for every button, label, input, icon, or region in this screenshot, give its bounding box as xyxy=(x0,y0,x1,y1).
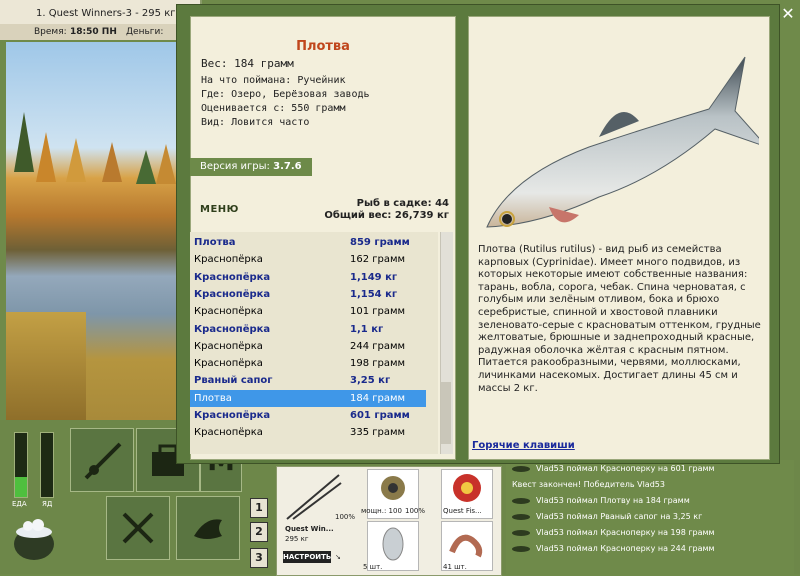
catch-name: Краснопёрка xyxy=(194,288,271,300)
fish-location: Где: Озеро, Берёзовая заводь xyxy=(201,89,370,100)
catch-list-row[interactable]: Плотва 184 грамм xyxy=(190,389,426,407)
catch-weight: 1,154 кг xyxy=(350,288,398,300)
poison-gauge xyxy=(40,432,54,498)
catch-weight: 101 грамм xyxy=(350,306,406,318)
reel-percent: 100% xyxy=(405,507,426,515)
catch-list-row[interactable]: Краснопёрка 244 грамм xyxy=(190,338,426,355)
catch-name: Краснопёрка xyxy=(194,358,263,370)
log-line: Vlad53 поймал Рваный сапог на 3,25 кг xyxy=(512,512,702,521)
catch-weight: 162 грамм xyxy=(350,254,406,266)
line-name: Quest Fis... xyxy=(443,507,482,515)
time-label: Время: xyxy=(34,27,67,37)
setup-button[interactable]: НАСТРОИТЬ xyxy=(283,551,331,563)
rod-weight: 295 кг xyxy=(285,535,309,543)
catch-weight: 198 грамм xyxy=(350,358,406,370)
time-value: 18:50 ПН xyxy=(70,27,117,37)
rod-percent-top: 100% xyxy=(335,513,356,521)
lake-scene[interactable] xyxy=(6,42,184,420)
catch-name: Краснопёрка xyxy=(194,271,271,283)
slot-button-2[interactable]: 2 xyxy=(250,522,268,542)
catch-list-row[interactable]: Краснопёрка 101 грамм xyxy=(190,303,426,320)
game-title: 1. Quest Winners-3 - 295 кг xyxy=(36,8,176,19)
catch-name: Краснопёрка xyxy=(194,306,263,318)
catch-name: Рваный сапог xyxy=(194,375,273,387)
money-label: Деньги: xyxy=(126,27,164,37)
food-gauge xyxy=(14,432,28,498)
catch-weight: 335 грамм xyxy=(350,427,406,439)
catch-list-row[interactable]: Краснопёрка 162 грамм xyxy=(190,251,426,268)
fish-catch-icon[interactable] xyxy=(176,496,240,560)
stats-bar: Время: 18:50 ПН Деньги: xyxy=(0,24,200,40)
lure-count: 5 шт. xyxy=(363,563,383,571)
total-weight: Общий вес: 26,739 кг xyxy=(324,210,449,221)
fork-knife-icon[interactable] xyxy=(106,496,170,560)
fish-bait: На что поймана: Ручейник xyxy=(201,75,346,86)
fish-value: Оценивается с: 550 грамм xyxy=(201,103,346,114)
log-line: Квест закончен! Победитель Vlad53 xyxy=(512,480,665,489)
catch-list-row[interactable]: Краснопёрка 1,1 кг xyxy=(190,321,426,338)
slot-button-3[interactable]: 3 xyxy=(250,548,268,568)
fish-frequency: Вид: Ловится часто xyxy=(201,117,310,128)
keepnet-count: Рыб в садке: 44 xyxy=(356,198,449,209)
event-log: Vlad53 поймал Красноперку на 601 грамм К… xyxy=(506,460,794,574)
fish-title: Плотва xyxy=(296,39,350,54)
catch-weight: 3,25 кг xyxy=(350,375,391,387)
catch-name: Плотва xyxy=(194,237,236,248)
cauldron-icon[interactable] xyxy=(8,512,60,564)
rod-icon[interactable] xyxy=(70,428,134,492)
scrollbar-thumb[interactable] xyxy=(441,382,451,444)
game-top-bar: 1. Quest Winners-3 - 295 кг Время: 18:50… xyxy=(0,0,202,40)
version-value: 3.7.6 xyxy=(273,161,302,172)
arrow-icon: ↘ xyxy=(335,553,341,561)
catch-list-row[interactable]: Рваный сапог 3,25 кг xyxy=(190,372,426,389)
catch-name: Плотва xyxy=(194,392,232,404)
catch-list[interactable]: Плотва 859 грамм Краснопёрка 162 грамм Красн… xyxy=(190,232,438,454)
catch-weight: 859 грамм xyxy=(350,237,410,248)
log-line: Vlad53 поймал Плотву на 184 грамм xyxy=(512,496,690,505)
fish-description: Плотва (Rutilus rutilus) - вид рыб из се… xyxy=(478,244,761,394)
log-line: Vlad53 поймал Красноперку на 198 грамм xyxy=(512,528,715,537)
catch-list-row[interactable]: Краснопёрка 198 грамм xyxy=(190,355,426,372)
catch-list-row[interactable]: Плотва 859 грамм xyxy=(190,234,426,251)
log-line: Vlad53 поймал Красноперку на 244 грамм xyxy=(512,544,715,553)
catch-list-row[interactable]: Краснопёрка 1,154 кг xyxy=(190,286,426,303)
gear-panel: 100% Quest Win... 295 кг НАСТРОИТЬ ↘ мощ… xyxy=(276,466,502,576)
close-icon[interactable]: ✕ xyxy=(778,4,798,24)
menu-button[interactable]: МЕНЮ xyxy=(200,204,239,215)
catch-weight: 244 грамм xyxy=(350,340,406,352)
catch-weight: 1,1 кг xyxy=(350,323,384,335)
rods-icon[interactable] xyxy=(283,471,343,523)
hotkeys-link[interactable]: Горячие клавиши xyxy=(472,440,575,451)
poison-label: ЯД xyxy=(42,500,53,508)
catch-list-row[interactable]: Краснопёрка 335 грамм xyxy=(190,424,426,441)
catch-name: Краснопёрка xyxy=(194,427,263,439)
catch-list-row[interactable]: Краснопёрка 1,149 кг xyxy=(190,269,426,286)
slot-button-1[interactable]: 1 xyxy=(250,498,268,518)
food-label: ЕДА xyxy=(12,500,27,508)
rod-name: Quest Win... xyxy=(285,525,334,533)
game-version: Версия игры: 3.7.6 xyxy=(190,158,312,176)
reel-power: мощн.: 100 xyxy=(361,507,402,515)
version-label: Версия игры: xyxy=(200,161,270,172)
bait-count: 41 шт. xyxy=(443,563,467,571)
catch-name: Краснопёрка xyxy=(194,254,263,266)
catch-name: Краснопёрка xyxy=(194,323,271,335)
log-line: Vlad53 поймал Красноперку на 601 грамм xyxy=(512,464,715,473)
catch-name: Краснопёрка xyxy=(194,340,263,352)
catch-name: Краснопёрка xyxy=(194,410,271,421)
catch-list-row[interactable]: Краснопёрка 601 грамм xyxy=(190,407,426,424)
roach-fish-image xyxy=(479,37,769,237)
catch-weight: 601 грамм xyxy=(350,410,410,421)
catch-weight: 1,149 кг xyxy=(350,271,398,283)
fish-weight: Вес: 184 грамм xyxy=(201,57,294,70)
catch-weight: 184 грамм xyxy=(350,392,406,404)
